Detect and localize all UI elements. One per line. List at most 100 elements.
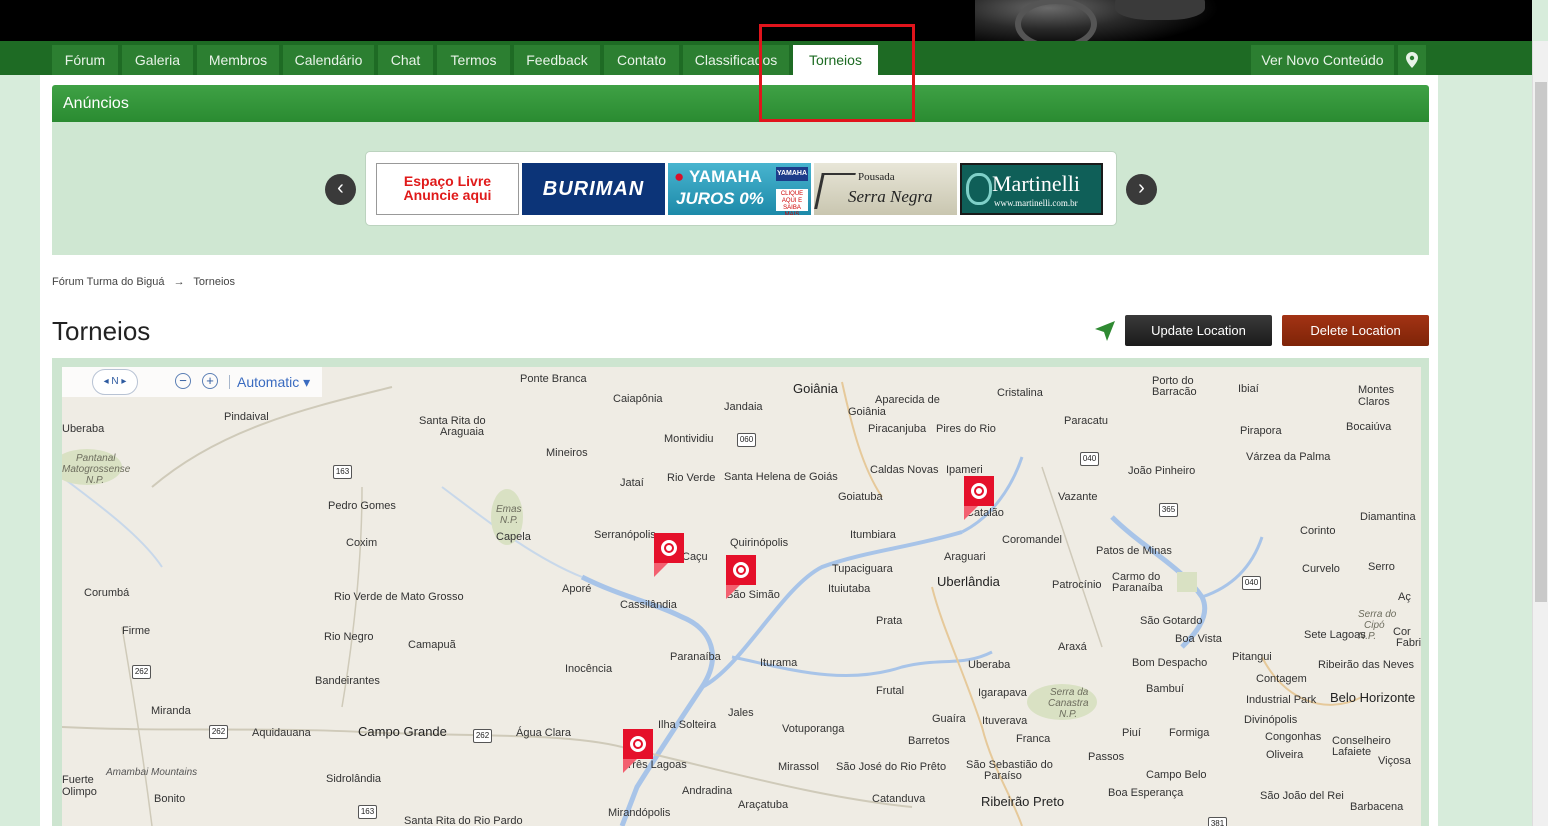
scrollbar-thumb[interactable] (1535, 82, 1547, 602)
update-location-button[interactable]: Update Location (1125, 315, 1272, 346)
map-label: Curvelo (1302, 563, 1340, 575)
map-label: Emas (496, 504, 522, 515)
map-label: São José do Rio Prêto (836, 761, 947, 773)
map-label: Rio Verde de Mato Grosso (334, 591, 464, 603)
map-label: Cipó (1364, 620, 1385, 631)
map-label: Cor (1393, 626, 1411, 638)
ad-yamaha-cta: CLIQUE AQUI E SAIBA MAIS (776, 189, 808, 215)
map-label: Goiatuba (838, 491, 883, 503)
map-label: Andradina (682, 785, 733, 797)
nav-calendario[interactable]: Calendário (283, 45, 374, 75)
map-label: Corinto (1300, 525, 1336, 537)
map-label: Paranaíba (1112, 582, 1163, 594)
map-label: Jales (728, 707, 754, 719)
map-label: Capela (496, 531, 531, 543)
map-label: Campo Belo (1146, 769, 1207, 781)
pin-tail (964, 506, 978, 520)
nav-feedback[interactable]: Feedback (514, 45, 600, 75)
map-label: Sidrolândia (326, 773, 382, 785)
map-label: Belo Horizonte (1330, 690, 1416, 705)
map-label: Mirandópolis (608, 807, 671, 819)
map-label: Quirinópolis (730, 537, 789, 549)
map-label: Congonhas (1265, 731, 1322, 743)
road-shield: 163 (358, 805, 377, 819)
ad-martinelli-name: Martinelli (992, 171, 1080, 196)
map-label: Cristalina (997, 387, 1043, 399)
scrollbar[interactable] (1532, 41, 1548, 826)
ad-yamaha[interactable]: ● YAMAHA JUROS 0% YAMAHA CLIQUE AQUI E S… (668, 163, 811, 215)
map-label: Lafaiete (1332, 746, 1372, 758)
tournament-pin-icon[interactable] (964, 476, 994, 506)
nav-contato[interactable]: Contato (604, 45, 679, 75)
road-shield: 262 (132, 665, 151, 679)
map-label: Montes (1358, 384, 1395, 396)
map-label: São Gotardo (1140, 615, 1203, 627)
nav-forum[interactable]: Fórum (52, 45, 118, 75)
nav-chat[interactable]: Chat (378, 45, 433, 75)
map-canvas[interactable]: ◂ N ▸ − + Automatic ▾ Ponte Branca Goiân… (62, 367, 1421, 826)
map-mode-dropdown[interactable]: Automatic ▾ (237, 374, 310, 391)
location-pin-icon[interactable] (1398, 45, 1426, 75)
map-label: Contagem (1256, 673, 1307, 685)
map-label: Ilha Solteira (658, 719, 717, 731)
map-label: Patos de Minas (1096, 545, 1172, 557)
map-label: Piuí (1122, 727, 1141, 739)
pin-tail (623, 759, 637, 773)
ad-martinelli[interactable]: Martinelli www.martinelli.com.br (960, 163, 1103, 215)
map-label: Pitangui (1232, 651, 1272, 663)
map-label: Barracão (1152, 386, 1197, 398)
map-label: Pantanal (76, 453, 116, 464)
ad-espaco-livre[interactable]: Espaço Livre Anuncie aqui (376, 163, 519, 215)
map-label: Goiânia (848, 406, 886, 418)
map-label: Várzea da Palma (1246, 451, 1331, 463)
nav-membros[interactable]: Membros (197, 45, 279, 75)
map-label: Pires do Rio (936, 423, 996, 435)
map-label: Aparecida de (875, 394, 940, 406)
map-label: Pirapora (1240, 425, 1282, 437)
map-label: Uberlândia (937, 574, 1000, 589)
road-shield: 381 (1208, 817, 1227, 826)
zoom-in-button[interactable]: + (202, 373, 218, 389)
map-label: Araguari (944, 551, 986, 563)
new-content-link[interactable]: Ver Novo Conteúdo (1251, 45, 1394, 75)
compass-control[interactable]: ◂ N ▸ (92, 369, 138, 395)
carousel-next-button[interactable]: › (1126, 174, 1157, 205)
map-label: Ituiutaba (828, 583, 871, 595)
breadcrumb: Fórum Turma do Biguá → Torneios (52, 276, 241, 288)
map-label: Jandaia (724, 401, 763, 413)
nav-termos[interactable]: Termos (437, 45, 510, 75)
navigation-arrow-icon[interactable] (1094, 320, 1116, 342)
map-label: Formiga (1169, 727, 1210, 739)
tournament-pin-icon[interactable] (654, 533, 684, 563)
map-label: Camapuã (408, 639, 456, 651)
tournament-pin-icon[interactable] (726, 555, 756, 585)
breadcrumb-current[interactable]: Torneios (193, 276, 235, 288)
map-label: Votuporanga (782, 723, 845, 735)
breadcrumb-home[interactable]: Fórum Turma do Biguá (52, 276, 165, 288)
road-shield: 040 (1080, 452, 1099, 466)
tournament-pin-icon[interactable] (623, 729, 653, 759)
map-label: Aç (1398, 591, 1411, 603)
ad-pousada-line1: Pousada (858, 171, 895, 183)
map-label: Água Clara (516, 727, 572, 739)
carousel-prev-button[interactable]: ‹ (325, 174, 356, 205)
ad-pousada-serra-negra[interactable]: Pousada Serra Negra (814, 163, 957, 215)
map-label: Bonito (154, 793, 186, 805)
map-label: Amambai Mountains (106, 767, 198, 778)
map-label: N.P. (86, 475, 105, 486)
zoom-out-button[interactable]: − (175, 373, 191, 389)
map-label: Coromandel (1002, 534, 1062, 546)
map-label: Ponte Branca (520, 373, 587, 385)
road-shield: 060 (737, 433, 756, 447)
map-label: Araçatuba (738, 799, 789, 811)
map-label: Ipameri (946, 464, 983, 476)
road-shield: 365 (1159, 503, 1178, 517)
map-label: Serro (1368, 561, 1395, 573)
nav-galeria[interactable]: Galeria (122, 45, 193, 75)
ad-buriman[interactable]: BURIMAN (522, 163, 665, 215)
delete-location-button[interactable]: Delete Location (1282, 315, 1429, 346)
map-label: Oliveira (1266, 749, 1304, 761)
map-label: N.P. (1059, 709, 1078, 720)
page-title: Torneios (52, 316, 151, 346)
map-label: Fabric (1396, 637, 1421, 649)
